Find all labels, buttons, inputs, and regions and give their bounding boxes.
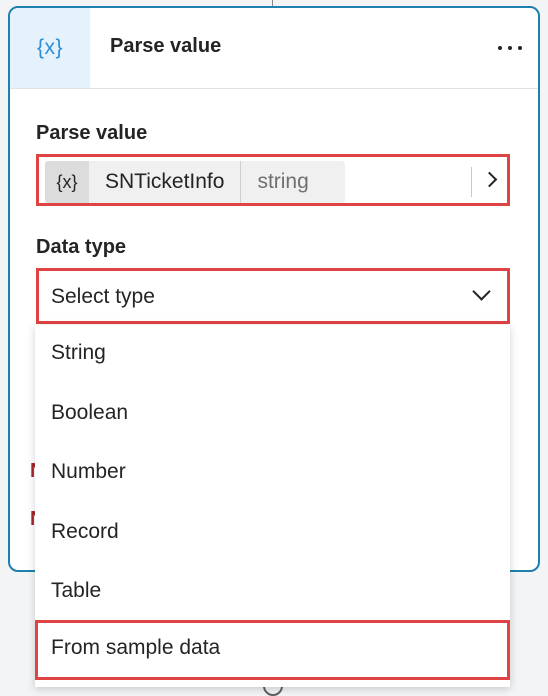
chevron-right-icon[interactable]	[481, 171, 498, 188]
option-number[interactable]: Number	[35, 444, 510, 500]
variable-icon: {x}	[10, 8, 90, 88]
header-divider	[10, 88, 538, 89]
variable-type: string	[257, 170, 309, 193]
data-type-select[interactable]: Select type	[36, 268, 510, 324]
more-dot	[508, 46, 512, 50]
data-type-dropdown-list: String Boolean Number Record Table From …	[35, 325, 510, 687]
card-title: Parse value	[110, 35, 222, 57]
option-label: Table	[51, 579, 102, 602]
variable-token[interactable]: {x} SNTicketInfo string	[45, 161, 345, 203]
option-boolean[interactable]: Boolean	[35, 385, 510, 441]
card-header: {x} Parse value	[10, 8, 538, 88]
option-label: From sample data	[51, 636, 221, 659]
variable-name: SNTicketInfo	[89, 161, 242, 203]
variable-icon-glyph: {x}	[36, 36, 64, 59]
parse-value-field[interactable]: {x} SNTicketInfo string	[36, 154, 510, 206]
option-string[interactable]: String	[35, 325, 510, 381]
option-record[interactable]: Record	[35, 504, 510, 560]
chevron-down-icon	[472, 282, 491, 301]
data-type-label: Data type	[36, 236, 127, 258]
field-separator	[471, 167, 472, 197]
parse-value-label: Parse value	[36, 122, 148, 144]
option-label: Record	[51, 520, 119, 543]
option-label: Boolean	[51, 401, 129, 424]
option-table[interactable]: Table	[35, 563, 510, 619]
variable-token-icon: {x}	[45, 161, 89, 203]
option-label: String	[51, 341, 106, 364]
more-dot	[518, 46, 522, 50]
option-from-sample-data[interactable]: From sample data	[35, 620, 510, 680]
option-label: Number	[51, 460, 126, 483]
more-dot	[498, 46, 502, 50]
more-options-button[interactable]	[496, 35, 524, 59]
data-type-select-value: Select type	[51, 285, 155, 308]
